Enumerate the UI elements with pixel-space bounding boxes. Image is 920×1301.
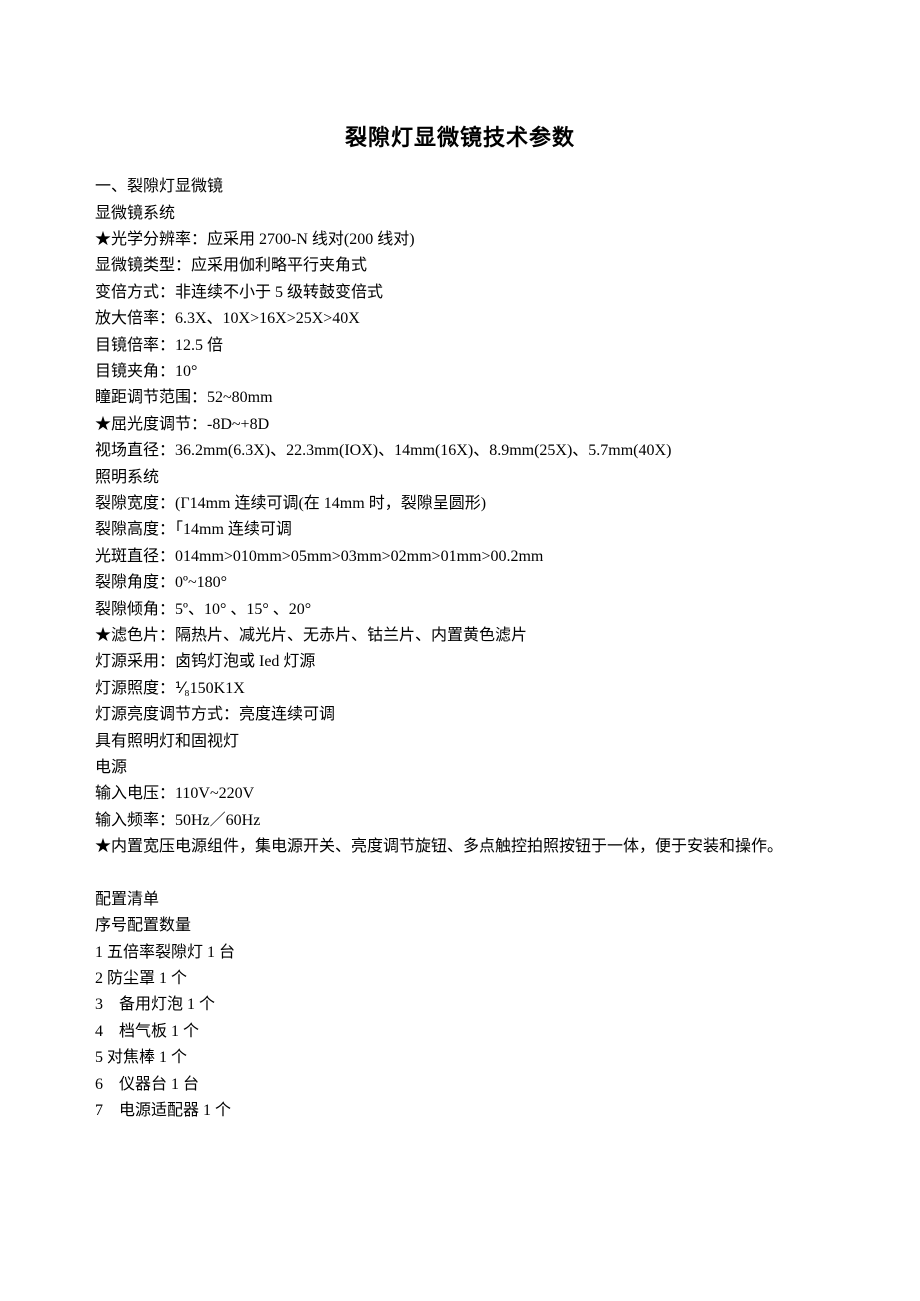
config-item: 2 防尘罩 1 个	[95, 966, 825, 992]
config-header: 序号配置数量	[95, 913, 825, 939]
spec-line: 裂隙高度：「14mm 连续可调	[95, 517, 825, 543]
spec-line: ★滤色片：隔热片、减光片、无赤片、钴兰片、内置黄色滤片	[95, 623, 825, 649]
subsection-label: 显微镜系统	[95, 201, 825, 227]
spec-line: 瞳距调节范围：52~80mm	[95, 385, 825, 411]
spec-line: 光斑直径：014mm>010mm>05mm>03mm>02mm>01mm>00.…	[95, 544, 825, 570]
spec-line: 变倍方式：非连续不小于 5 级转鼓变倍式	[95, 280, 825, 306]
spec-line: 灯源采用：卤钨灯泡或 Ied 灯源	[95, 649, 825, 675]
spec-line: 裂隙宽度：(Γ14mm 连续可调(在 14mm 时，裂隙呈圆形)	[95, 491, 825, 517]
spec-line: 灯源亮度调节方式：亮度连续可调	[95, 702, 825, 728]
config-item: 4 档气板 1 个	[95, 1019, 825, 1045]
subsection-label: 照明系统	[95, 465, 825, 491]
config-item: 7 电源适配器 1 个	[95, 1098, 825, 1124]
spec-line: 显微镜类型：应采用伽利略平行夹角式	[95, 253, 825, 279]
config-item: 6 仪器台 1 台	[95, 1072, 825, 1098]
spec-line: 视场直径：36.2mm(6.3X)、22.3mm(IOX)、14mm(16X)、…	[95, 438, 825, 464]
spec-line: 目镜夹角：10°	[95, 359, 825, 385]
spec-line: ★屈光度调节：-8D~+8D	[95, 412, 825, 438]
config-item: 3 备用灯泡 1 个	[95, 992, 825, 1018]
spec-line: 灯源照度：⅟₈150K1X	[95, 676, 825, 702]
spec-line: 输入电压：110V~220V	[95, 781, 825, 807]
spec-line: ★内置宽压电源组件，集电源开关、亮度调节旋钮、多点触控拍照按钮于一体，便于安装和…	[95, 834, 825, 860]
blank-line	[95, 860, 825, 886]
subsection-label: 电源	[95, 755, 825, 781]
spec-line: 裂隙角度：0º~180°	[95, 570, 825, 596]
spec-line: 裂隙倾角：5º、10° 、15° 、20°	[95, 597, 825, 623]
subsection-label: 配置清单	[95, 887, 825, 913]
document-title: 裂隙灯显微镜技术参数	[95, 120, 825, 156]
spec-line: ★光学分辨率：应采用 2700-N 线对(200 线对)	[95, 227, 825, 253]
spec-line: 放大倍率：6.3X、10X>16X>25X>40X	[95, 306, 825, 332]
spec-line: 具有照明灯和固视灯	[95, 729, 825, 755]
spec-line: 输入频率：50Hz／60Hz	[95, 808, 825, 834]
config-item: 5 对焦棒 1 个	[95, 1045, 825, 1071]
section-header: 一、裂隙灯显微镜	[95, 174, 825, 200]
spec-line: 目镜倍率：12.5 倍	[95, 333, 825, 359]
config-item: 1 五倍率裂隙灯 1 台	[95, 940, 825, 966]
